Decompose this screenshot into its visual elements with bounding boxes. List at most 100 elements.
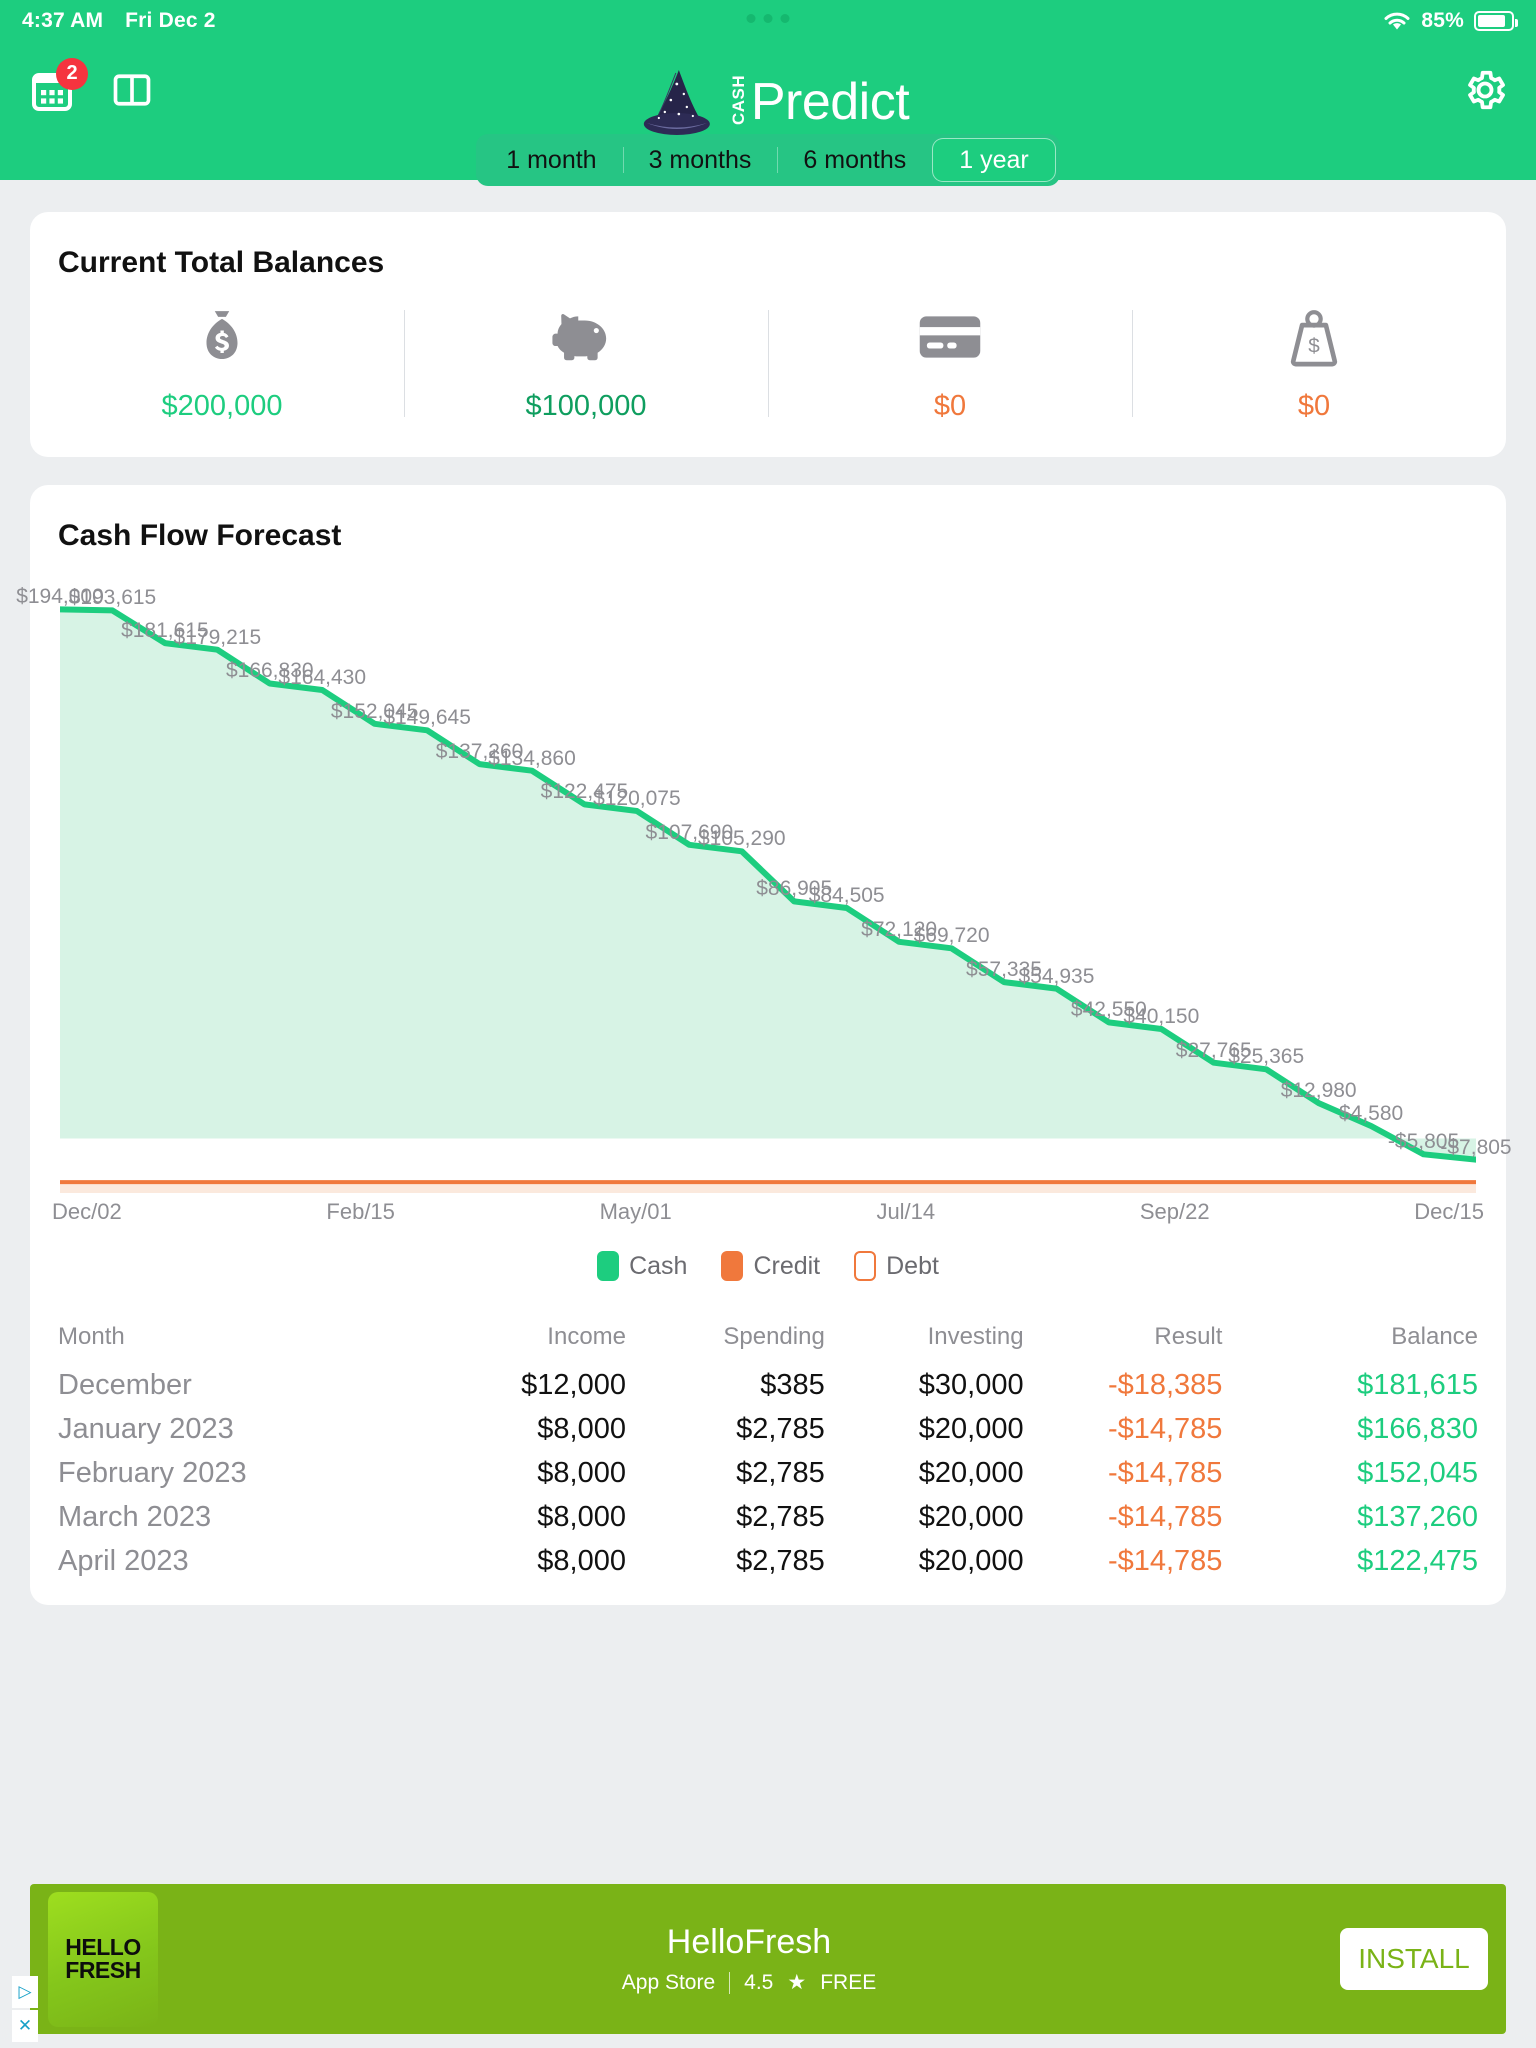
balance-savings-value: $100,000	[525, 390, 647, 422]
wizard-hat-icon	[643, 70, 710, 135]
battery-percent: 85%	[1421, 9, 1464, 32]
ad-logo-line2: FRESH	[65, 1957, 141, 1983]
chart-point-label: $164,430	[278, 666, 367, 689]
table-row[interactable]: May 2023$8,000$2,785$20,000-$14,785$1076…	[58, 1583, 1478, 1592]
install-button[interactable]: INSTALL	[1340, 1928, 1488, 1990]
battery-icon	[1474, 11, 1518, 31]
star-icon: ★	[787, 1971, 807, 1994]
columns-layout-button[interactable]	[110, 68, 154, 117]
wifi-icon	[1384, 12, 1410, 30]
forecast-card: Cash Flow Forecast $194,000 $193,615 $181,…	[16, 485, 1512, 1605]
brand-name: Predict	[750, 73, 910, 131]
table-row[interactable]: February 2023 $8,000 $2,785 $20,000 -$14,785…	[58, 1451, 1478, 1495]
legend-label-credit: Credit	[753, 1251, 821, 1280]
legend-label-cash: Cash	[629, 1251, 688, 1280]
cell-result: -$14,785	[1107, 1500, 1223, 1533]
cell-spending: $2,785	[736, 1412, 825, 1445]
table-row[interactable]: March 2023 $8,000 $2,785 $20,000 -$14,785 $13…	[58, 1495, 1478, 1539]
legend-swatch-debt	[854, 1251, 877, 1281]
money-bag-icon	[206, 311, 238, 359]
header-investing: Investing	[927, 1323, 1024, 1350]
chart-point-label: $54,935	[1018, 964, 1095, 988]
cell-balance: $152,045	[1357, 1456, 1478, 1489]
credit-card-icon	[919, 316, 981, 358]
ad-subtitle: App Store 4.5 ★ FREE	[158, 1970, 1340, 1995]
balance-cash-value: $200,000	[161, 390, 283, 422]
cell-balance: $137,260	[1357, 1500, 1478, 1533]
cell-income: $8,000	[427, 1589, 626, 1592]
balance-debt[interactable]: $ $0	[1132, 306, 1496, 423]
cell-month: May 2023	[58, 1589, 427, 1592]
balances-card: Current Total Balances $200,000 $100,000	[30, 212, 1506, 457]
cell-result: -$14,785	[1107, 1544, 1223, 1577]
balances-row: $200,000 $100,000 $0 $ $0	[30, 280, 1506, 457]
cell-balance: $181,615	[1357, 1368, 1478, 1401]
header-balance: Balance	[1391, 1323, 1478, 1350]
cash-flow-chart[interactable]: $194,000 $193,615 $181,615 $179,215 $166,830…	[16, 585, 1512, 1193]
cell-investing: $20,000	[918, 1412, 1024, 1445]
cell-investing: $20,000	[918, 1456, 1024, 1489]
tab-6-months[interactable]: 6 months	[777, 138, 932, 182]
balance-credit[interactable]: $0	[768, 306, 1132, 423]
ad-banner[interactable]: ▷ ✕ HELLO FRESH HelloFresh App Store 4.5…	[12, 1884, 1506, 2042]
cell-spending: $2,785	[626, 1589, 825, 1592]
calendar-button[interactable]: 2	[28, 57, 88, 119]
chart-point-label: $105,290	[697, 827, 786, 851]
close-icon[interactable]: ✕	[12, 2010, 38, 2042]
cell-income: $12,000	[521, 1368, 626, 1401]
table-row[interactable]: April 2023 $8,000 $2,785 $20,000 -$14,785 $12…	[58, 1539, 1478, 1583]
chart-x-axis: Dec/02 Feb/15 May/01 Jul/14 Sep/22 Dec/1…	[52, 1199, 1484, 1225]
cell-result: -$18,385	[1107, 1368, 1223, 1401]
header-result: Result	[1154, 1323, 1223, 1350]
ad-choices-icon[interactable]: ▷	[12, 1976, 38, 2008]
chart-point-label: $120,075	[593, 786, 681, 810]
chart-point-label: $84,505	[808, 883, 885, 907]
chart-point-label: -$7,805	[1440, 1135, 1512, 1159]
forecast-table: Month Income Spending Investing Result B…	[58, 1311, 1478, 1591]
recording-dots-icon	[746, 14, 790, 23]
cell-result: -$14,785	[1107, 1412, 1223, 1445]
cell-result: -$14,785	[1107, 1456, 1223, 1489]
calendar-badge: 2	[56, 57, 88, 90]
tab-3-months[interactable]: 3 months	[622, 138, 778, 182]
x-tick: Feb/15	[326, 1199, 395, 1224]
ad-logo-line1: HELLO	[65, 1933, 141, 1960]
ad-controls[interactable]: ▷ ✕	[12, 1976, 38, 2042]
legend-swatch-credit	[721, 1251, 744, 1281]
table-row[interactable]: December $12,000 $385 $30,000 -$18,385 $181,6…	[58, 1363, 1478, 1407]
balance-cash[interactable]: $200,000	[40, 306, 404, 423]
cell-balance: $122,475	[1357, 1544, 1478, 1577]
chart-legend: Cash Credit Debt	[30, 1251, 1506, 1281]
cell-month: December	[58, 1368, 192, 1401]
header-month: Month	[58, 1323, 125, 1350]
cell-month: February 2023	[58, 1456, 247, 1489]
ad-separator	[729, 1971, 731, 1994]
x-tick: Sep/22	[1139, 1199, 1210, 1224]
cell-income: $8,000	[537, 1456, 626, 1489]
status-date: Fri Dec 2	[125, 9, 216, 32]
chart-point-label: $40,150	[1123, 1004, 1200, 1028]
settings-button[interactable]	[1462, 67, 1508, 118]
cell-income: $8,000	[537, 1412, 626, 1445]
x-tick: Dec/15	[1414, 1199, 1484, 1224]
ad-store: App Store	[621, 1970, 716, 1994]
columns-layout-icon	[113, 73, 151, 106]
tab-1-month[interactable]: 1 month	[480, 138, 622, 182]
balance-savings[interactable]: $100,000	[404, 306, 768, 423]
table-body: December $12,000 $385 $30,000 -$18,385 $181,6…	[58, 1363, 1478, 1592]
status-time: 4:37 AM	[22, 9, 104, 32]
cell-income: $8,000	[537, 1500, 626, 1533]
cell-investing: $20,000	[825, 1589, 1024, 1592]
gear-icon	[1468, 70, 1505, 109]
status-bar: 4:37 AM Fri Dec 2 85%	[0, 0, 1536, 42]
table-row[interactable]: January 2023 $8,000 $2,785 $20,000 -$14,785 $…	[58, 1407, 1478, 1451]
legend-swatch-cash	[597, 1251, 620, 1281]
header-spending: Spending	[723, 1323, 825, 1350]
chart-point-label: $193,615	[68, 586, 157, 610]
ad-price: FREE	[820, 1970, 877, 1994]
tab-1-year[interactable]: 1 year	[932, 138, 1056, 182]
balances-card-title: Current Total Balances	[58, 246, 385, 279]
table-header-row: Month Income Spending Investing Result B…	[58, 1311, 1478, 1363]
ad-text: HelloFresh App Store 4.5 ★ FREE	[158, 1923, 1340, 1995]
x-tick: Jul/14	[876, 1199, 936, 1224]
